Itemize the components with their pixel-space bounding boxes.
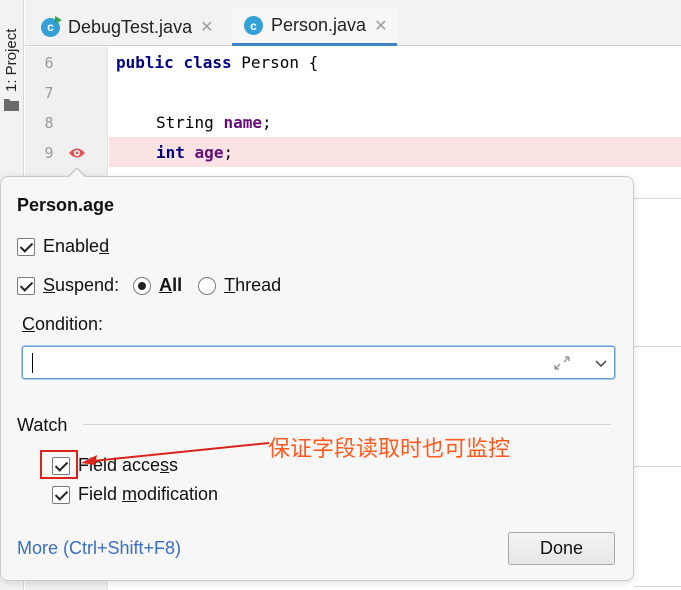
field-modification-row[interactable]: Field modification xyxy=(52,484,218,505)
tab-debugtest[interactable]: c DebugTest.java ✕ xyxy=(29,8,223,46)
editor-divider xyxy=(634,346,681,347)
code-line-6: public class Person { xyxy=(116,53,319,72)
line-number: 8 xyxy=(44,114,54,132)
suspend-thread-label: Thread xyxy=(224,275,282,295)
java-class-run-icon: c xyxy=(41,15,62,37)
text-caret xyxy=(32,353,33,373)
more-link[interactable]: More (Ctrl+Shift+F8) xyxy=(17,538,181,559)
line-number: 9 xyxy=(44,144,54,162)
enabled-checkbox[interactable] xyxy=(17,237,35,256)
suspend-row: Suspend: All Thread xyxy=(17,275,281,296)
code-line-9: int age; xyxy=(156,143,234,162)
code-line-8: String name; xyxy=(156,113,272,132)
close-icon[interactable]: ✕ xyxy=(200,17,213,37)
annotation-arrow xyxy=(81,442,270,465)
annotation-text: 保证字段读取时也可监控 xyxy=(268,437,511,462)
enabled-checkbox-row[interactable]: Enabled xyxy=(17,236,109,257)
condition-input[interactable] xyxy=(22,346,615,379)
condition-label: Condition: xyxy=(22,314,104,334)
suspend-all-label: All xyxy=(159,275,183,295)
line-number: 6 xyxy=(44,54,54,72)
line-number: 7 xyxy=(44,84,54,102)
breakpoint-properties-popup: Person.age Enabled Suspend: All Thread C… xyxy=(0,176,634,581)
done-button[interactable]: Done xyxy=(508,532,615,565)
suspend-checkbox[interactable] xyxy=(17,276,35,295)
field-watchpoint-icon[interactable] xyxy=(68,146,86,160)
suspend-thread-radio[interactable] xyxy=(198,276,217,295)
project-tool-tab[interactable]: 1: Project xyxy=(2,6,22,92)
tab-label: Person.java xyxy=(271,15,367,35)
java-class-icon: c xyxy=(244,16,263,35)
suspend-label: Suspend: xyxy=(43,275,120,295)
annotation-highlight-box xyxy=(40,450,78,479)
tab-label: DebugTest.java xyxy=(68,16,193,37)
field-modification-checkbox[interactable] xyxy=(52,485,70,504)
popup-pointer-inner xyxy=(68,169,86,178)
editor-tab-bar: c DebugTest.java ✕ c Person.java ✕ xyxy=(25,0,681,46)
watch-separator xyxy=(83,424,611,425)
editor-divider xyxy=(634,586,681,587)
chevron-down-icon[interactable] xyxy=(593,355,609,371)
suspend-all-radio[interactable] xyxy=(133,276,152,295)
expand-icon[interactable] xyxy=(553,355,571,371)
editor-divider xyxy=(634,466,681,467)
close-icon[interactable]: ✕ xyxy=(374,16,387,36)
editor-divider xyxy=(634,198,681,199)
field-modification-label: Field modification xyxy=(78,484,219,504)
watch-label: Watch xyxy=(17,415,68,435)
project-tab-label: 1: Project xyxy=(3,28,20,92)
popup-title: Person.age xyxy=(17,195,115,215)
folder-icon xyxy=(4,99,19,111)
enabled-label: Enabled xyxy=(43,236,110,256)
tab-person[interactable]: c Person.java ✕ xyxy=(232,8,398,46)
